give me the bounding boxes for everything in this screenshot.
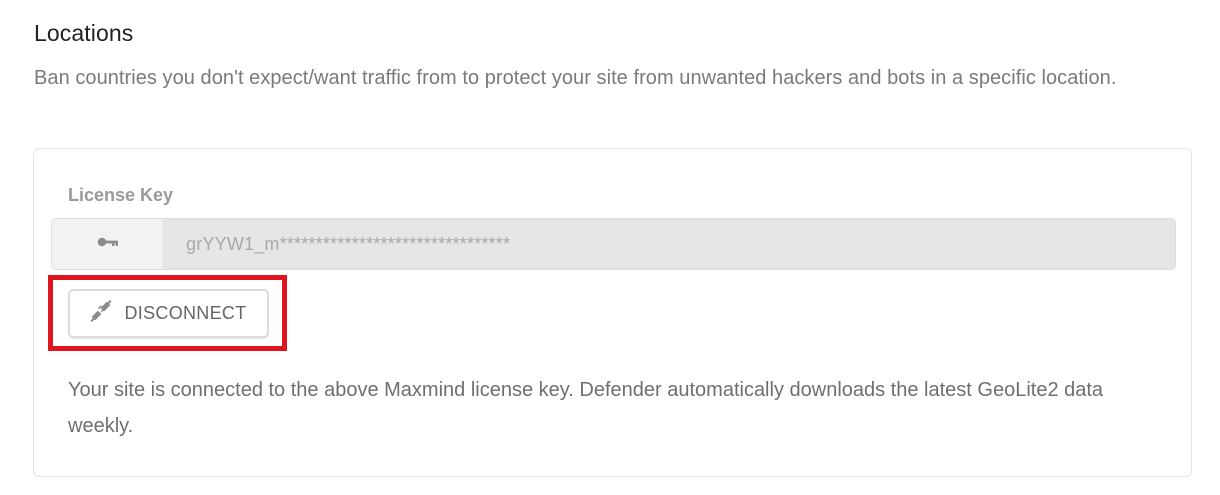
key-icon <box>97 235 119 253</box>
key-icon-box <box>52 219 164 269</box>
disconnect-button[interactable]: DISCONNECT <box>68 289 269 338</box>
section-description: Ban countries you don't expect/want traf… <box>34 67 1117 89</box>
license-key-field: grYYW1_m******************************** <box>51 218 1176 270</box>
connection-info-text: Your site is connected to the above Maxm… <box>68 379 1104 437</box>
license-key-label: License Key <box>68 185 174 205</box>
license-panel: License Key grYYW1_m********************… <box>33 148 1192 477</box>
section-title: Locations <box>34 20 134 46</box>
disconnect-button-label: DISCONNECT <box>124 303 247 323</box>
page: Locations Ban countries you don't expect… <box>0 0 1220 495</box>
unplug-icon <box>90 300 112 327</box>
license-key-value: grYYW1_m******************************** <box>186 233 511 254</box>
